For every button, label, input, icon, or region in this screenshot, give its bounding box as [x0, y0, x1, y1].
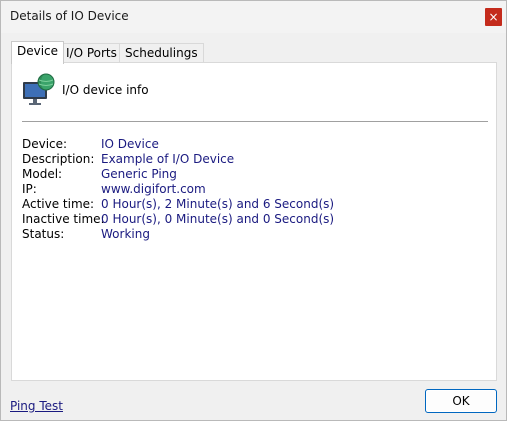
ping-test-link[interactable]: Ping Test [10, 399, 63, 413]
device-panel: I/O device info Device: IO Device Descri… [11, 62, 497, 381]
tab-device[interactable]: Device [11, 41, 65, 64]
monitor-globe-icon [23, 73, 55, 105]
info-value: IO Device [101, 137, 159, 151]
ok-button[interactable]: OK [425, 389, 497, 413]
close-button[interactable]: × [485, 8, 502, 26]
divider [22, 121, 488, 122]
info-value: Generic Ping [101, 167, 177, 181]
details-dialog: Details of IO Device × Device I/O Ports … [0, 0, 507, 421]
info-label: Active time: [22, 197, 95, 211]
title-bar[interactable]: Details of IO Device × [1, 1, 506, 33]
info-value: Example of I/O Device [101, 152, 235, 166]
info-label: Model: [22, 167, 63, 181]
tab-schedulings[interactable]: Schedulings [119, 43, 204, 63]
panel-heading: I/O device info [62, 83, 149, 97]
info-value: 0 Hour(s), 0 Minute(s) and 0 Second(s) [101, 212, 335, 226]
close-icon: × [488, 10, 499, 24]
window-title: Details of IO Device [10, 9, 129, 23]
tab-io-ports[interactable]: I/O Ports [60, 43, 123, 63]
info-value: 0 Hour(s), 2 Minute(s) and 6 Second(s) [101, 197, 335, 211]
info-label: IP: [22, 182, 37, 196]
info-label: Status: [22, 227, 65, 241]
info-label: Inactive time: [22, 212, 105, 226]
info-value: www.digifort.com [101, 182, 206, 196]
info-value: Working [101, 227, 150, 241]
info-label: Description: [22, 152, 95, 166]
info-label: Device: [22, 137, 68, 151]
